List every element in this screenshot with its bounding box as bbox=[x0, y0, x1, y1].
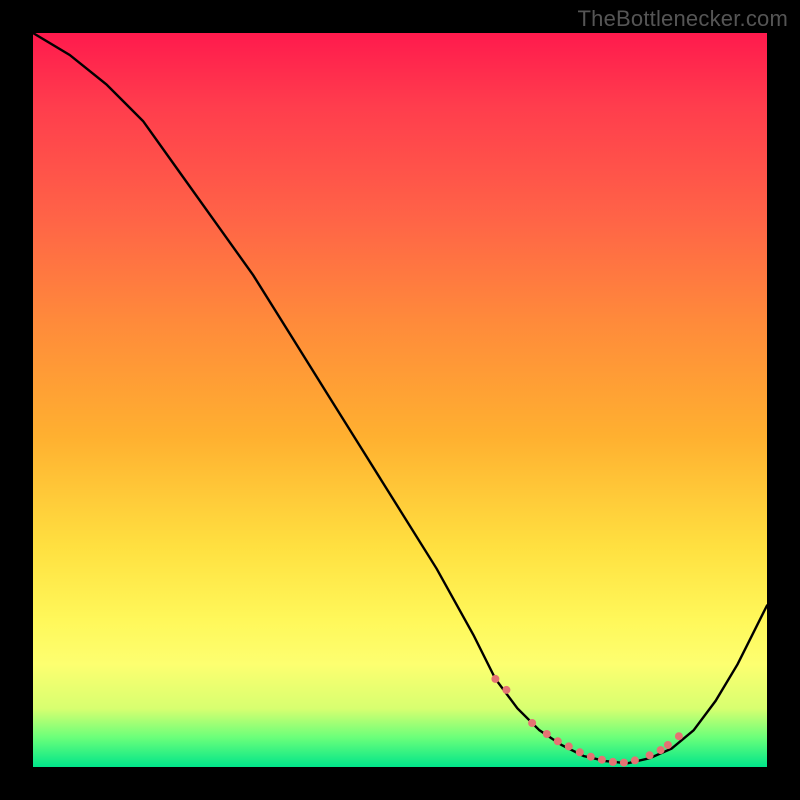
chart-overlay bbox=[33, 33, 767, 767]
highlight-dot bbox=[502, 686, 510, 694]
highlight-dot bbox=[528, 719, 536, 727]
highlight-dot bbox=[565, 742, 573, 750]
chart-frame: TheBottlenecker.com bbox=[0, 0, 800, 800]
highlight-dot bbox=[587, 753, 595, 761]
highlight-dot bbox=[543, 730, 551, 738]
highlight-dot bbox=[491, 675, 499, 683]
highlight-dot bbox=[631, 756, 639, 764]
highlight-dot bbox=[576, 748, 584, 756]
highlight-dot bbox=[664, 741, 672, 749]
attribution-text: TheBottlenecker.com bbox=[578, 6, 788, 32]
bottleneck-curve bbox=[33, 33, 767, 763]
highlight-dot bbox=[657, 746, 665, 754]
highlight-dot bbox=[675, 732, 683, 740]
highlight-dot bbox=[554, 737, 562, 745]
highlight-dot bbox=[598, 756, 606, 764]
highlight-dot bbox=[646, 751, 654, 759]
highlight-dot bbox=[620, 759, 628, 767]
plot-gradient-area bbox=[33, 33, 767, 767]
highlight-dots-group bbox=[491, 675, 683, 767]
highlight-dot bbox=[609, 758, 617, 766]
